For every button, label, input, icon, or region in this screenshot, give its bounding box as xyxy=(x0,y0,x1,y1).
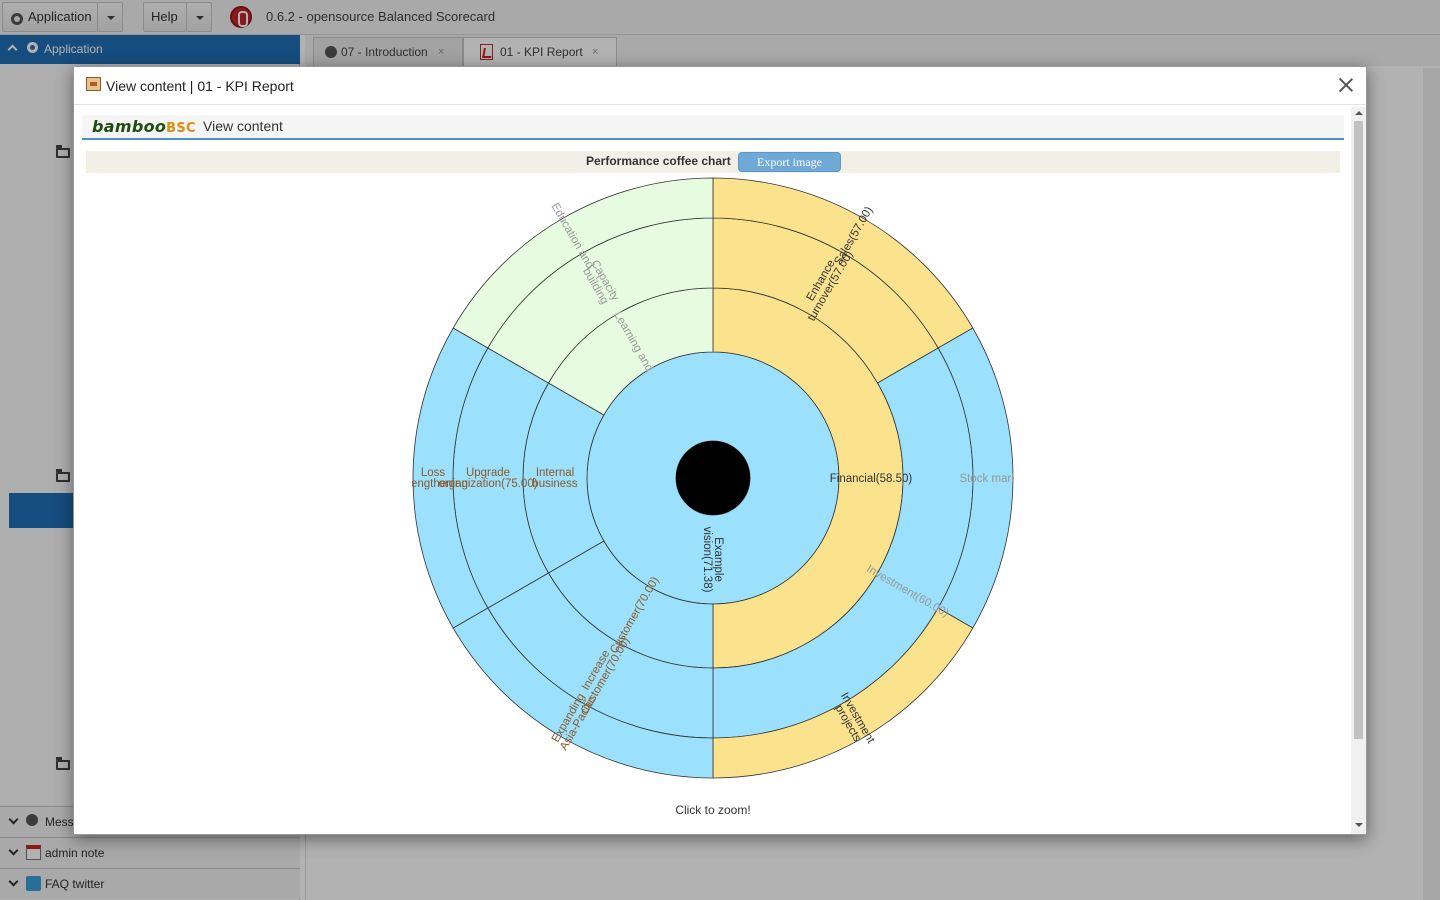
chart-label-perspective-2: Internal business xyxy=(532,467,578,490)
chart-toolbar: Performance coffee chart Export image xyxy=(86,151,1340,173)
scrollbar-thumb[interactable] xyxy=(1354,121,1363,739)
scroll-up-icon[interactable] xyxy=(1355,111,1363,115)
document-icon xyxy=(86,77,101,91)
view-content-dialog: View content | 01 - KPI Report bambooBSC… xyxy=(73,66,1367,835)
close-icon[interactable] xyxy=(1336,75,1356,95)
dialog-title: View content | 01 - KPI Report xyxy=(106,78,294,94)
view-content-label: View content xyxy=(203,118,283,134)
chart-label-kpi-1: Stock market xyxy=(959,473,1014,485)
bsc-header: bambooBSC View content xyxy=(82,115,1344,140)
performance-coffee-chart[interactable]: Examplevision(71.38)Financial(58.50)Cust… xyxy=(412,177,1014,779)
bamboo-bsc-logo: bambooBSC xyxy=(92,117,196,136)
dialog-header: View content | 01 - KPI Report xyxy=(74,67,1366,105)
chart-label-perspective-0: Financial(58.50) xyxy=(830,473,913,485)
dialog-content: bambooBSC View content Performance coffe… xyxy=(82,115,1344,833)
scroll-down-icon[interactable] xyxy=(1355,823,1363,827)
chart-center[interactable] xyxy=(676,441,750,515)
zoom-hint: Click to zoom! xyxy=(675,803,751,817)
chart-title: Performance coffee chart xyxy=(586,154,731,168)
export-image-button[interactable]: Export image xyxy=(738,152,841,172)
dialog-scrollbar[interactable] xyxy=(1351,107,1366,834)
